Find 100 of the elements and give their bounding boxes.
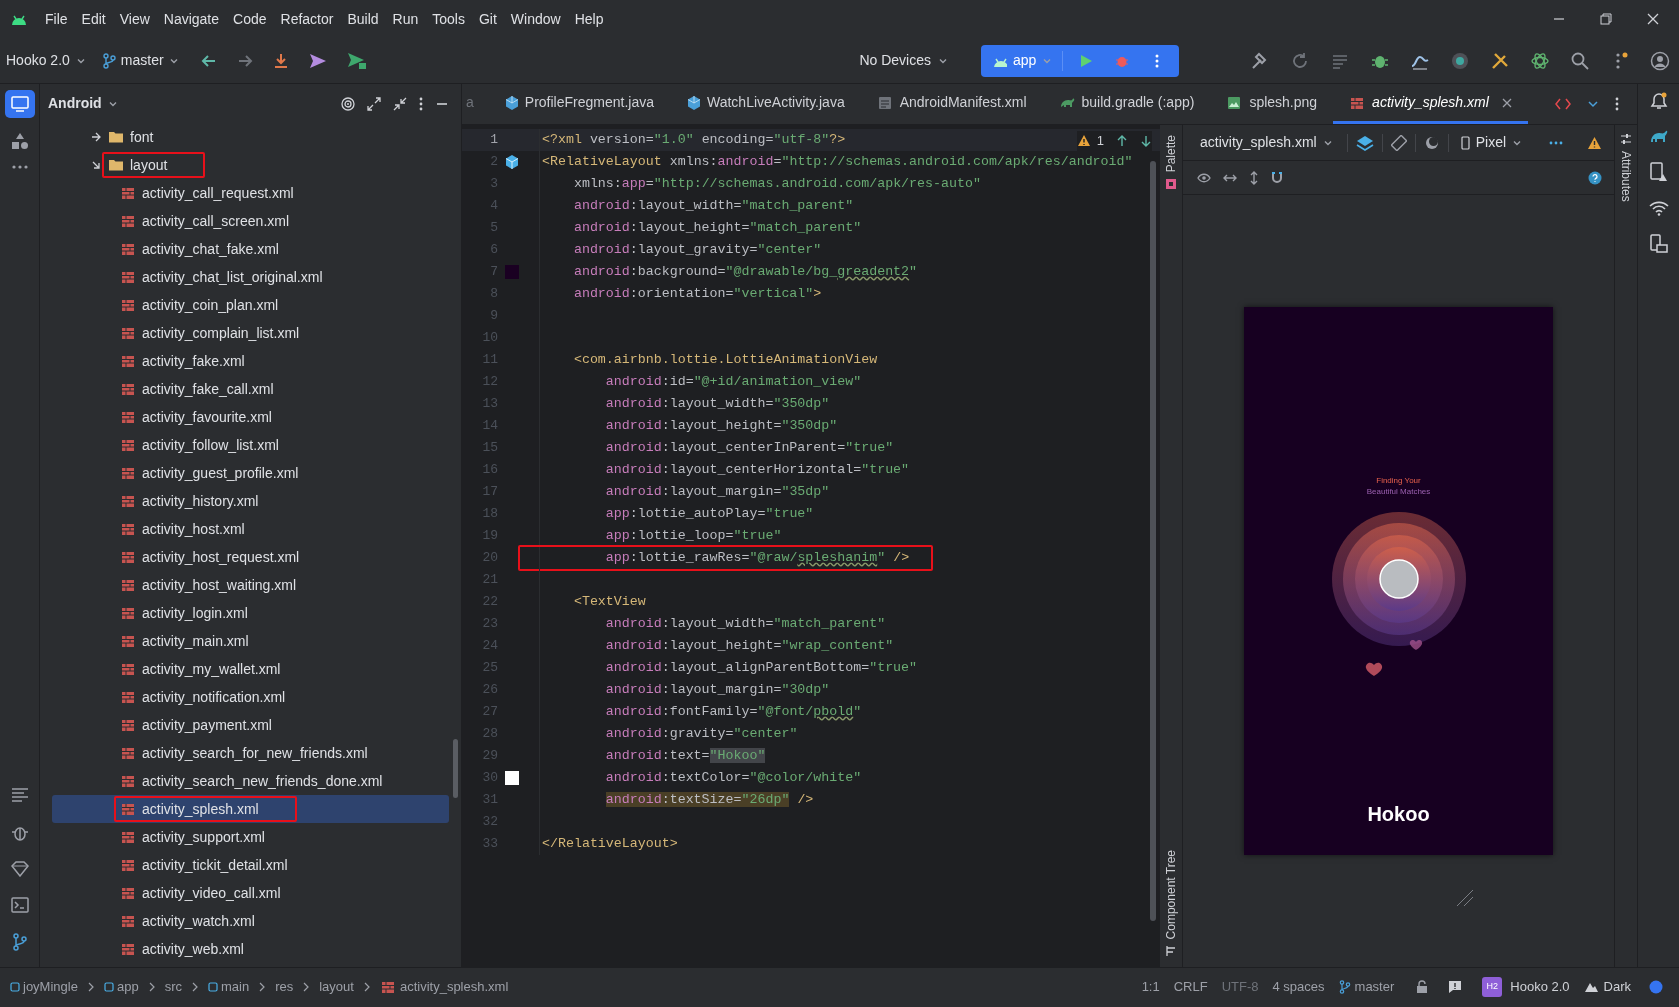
- forward-arrow-icon[interactable]: [236, 52, 253, 69]
- lock-icon[interactable]: [1416, 979, 1429, 994]
- editor-tab[interactable]: activity_splesh.xml: [1333, 84, 1528, 124]
- branch-selector[interactable]: master: [93, 50, 187, 71]
- tree-row[interactable]: activity_search_for_new_friends.xml: [52, 739, 449, 767]
- menu-item[interactable]: Help: [567, 8, 611, 30]
- structure-icon[interactable]: [10, 787, 29, 803]
- tree-row[interactable]: activity_web.xml: [52, 935, 449, 963]
- tree-row[interactable]: activity_chat_list_original.xml: [52, 263, 449, 291]
- project-selector[interactable]: Hooko 2.0: [0, 50, 94, 71]
- sync-icon[interactable]: [1290, 50, 1310, 71]
- comment-icon[interactable]: [1448, 979, 1463, 994]
- down-arrow-icon[interactable]: [1140, 134, 1152, 147]
- close-icon[interactable]: [1501, 97, 1512, 108]
- cube-icon[interactable]: [504, 154, 520, 170]
- tree-row[interactable]: activity_guest_profile.xml: [52, 459, 449, 487]
- warning-count[interactable]: 1: [1096, 131, 1104, 151]
- palette-tab[interactable]: Palette: [1162, 135, 1180, 173]
- device-icon[interactable]: [1649, 162, 1668, 182]
- tree-row[interactable]: activity_search_new_friends_done.xml: [52, 767, 449, 795]
- tools-icon[interactable]: [1490, 50, 1510, 71]
- tree-row[interactable]: activity_complain_list.xml: [52, 319, 449, 347]
- tree-row[interactable]: activity_coin_plan.xml: [52, 291, 449, 319]
- branch-icon[interactable]: [11, 933, 28, 951]
- more-icon[interactable]: [10, 164, 29, 170]
- breadcrumb[interactable]: layout: [319, 976, 354, 997]
- tree-row[interactable]: activity_support.xml: [52, 823, 449, 851]
- breadcrumb[interactable]: res: [275, 976, 294, 997]
- tree-row[interactable]: activity_watch.xml: [52, 907, 449, 935]
- magnet-icon[interactable]: [1271, 170, 1283, 185]
- rotate-icon[interactable]: [1390, 134, 1407, 151]
- more-icon[interactable]: [1615, 97, 1619, 111]
- tree-row[interactable]: activity_video_call.xml: [52, 879, 449, 907]
- tree-row[interactable]: activity_host_waiting.xml: [52, 571, 449, 599]
- menu-item[interactable]: Tools: [425, 8, 472, 30]
- more-icon[interactable]: [1155, 53, 1160, 68]
- device-mirror-icon[interactable]: [1649, 234, 1668, 254]
- scrollbar[interactable]: [1150, 161, 1156, 921]
- scrollbar[interactable]: [453, 739, 458, 798]
- tree-row[interactable]: activity_main.xml: [52, 627, 449, 655]
- color-swatch[interactable]: [505, 771, 519, 785]
- resize-handle-icon[interactable]: [1456, 889, 1474, 907]
- tree-row[interactable]: activity_login.xml: [52, 599, 449, 627]
- component-tree-tab[interactable]: Component Tree: [1162, 849, 1180, 939]
- more-icon[interactable]: [419, 96, 423, 111]
- diamond-icon[interactable]: [10, 861, 29, 877]
- editor-tab[interactable]: ProfileFregment.java: [487, 84, 670, 124]
- menu-item[interactable]: Window: [503, 8, 568, 30]
- tree-row[interactable]: activity_call_screen.xml: [52, 207, 449, 235]
- tree-row[interactable]: activity_favourite.xml: [52, 403, 449, 431]
- menu-item[interactable]: Run: [385, 8, 426, 30]
- attributes-tab[interactable]: Attributes: [1617, 151, 1635, 202]
- project-tool-button[interactable]: [4, 90, 35, 118]
- editor-tab[interactable]: splesh.png: [1210, 84, 1334, 124]
- tree-row[interactable]: activity_fake_call.xml: [52, 375, 449, 403]
- breadcrumb[interactable]: main: [220, 976, 250, 997]
- menu-item[interactable]: Code: [226, 8, 274, 30]
- download-arrow-icon[interactable]: [272, 52, 289, 69]
- editor-tab[interactable]: build.gradle (:app): [1042, 84, 1211, 124]
- atom-icon[interactable]: [1530, 50, 1550, 71]
- breadcrumb[interactable]: src: [164, 976, 182, 997]
- color-swatch[interactable]: [505, 265, 519, 279]
- breadcrumb[interactable]: activity_splesh.xml: [399, 976, 509, 997]
- menu-item[interactable]: Edit: [74, 8, 113, 30]
- bell-icon[interactable]: [1649, 92, 1668, 110]
- collapsed-arrow-icon[interactable]: [90, 131, 102, 143]
- send-icon[interactable]: [308, 52, 327, 69]
- target-icon[interactable]: [341, 96, 355, 111]
- warning-icon[interactable]: [1587, 135, 1602, 150]
- tree-row[interactable]: activity_chat_fake.xml: [52, 235, 449, 263]
- close-icon[interactable]: [1646, 12, 1660, 26]
- line-separator[interactable]: CRLF: [1173, 976, 1208, 997]
- help-icon[interactable]: [1588, 170, 1602, 185]
- menu-item[interactable]: Git: [471, 8, 504, 30]
- status-dot-icon[interactable]: [1649, 979, 1663, 994]
- cursor-position[interactable]: 1:1: [1141, 976, 1160, 997]
- breadcrumb[interactable]: joyMingle: [23, 976, 78, 997]
- night-mode-icon[interactable]: [1424, 135, 1439, 150]
- wifi-icon[interactable]: [1648, 200, 1669, 216]
- device-selector[interactable]: Pixel: [1460, 132, 1523, 153]
- tree-row[interactable]: activity_host.xml: [52, 515, 449, 543]
- more-icon[interactable]: [1549, 140, 1563, 145]
- tree-row[interactable]: activity_history.xml: [52, 487, 449, 515]
- run-configuration[interactable]: app: [991, 50, 1053, 71]
- record-icon[interactable]: [1450, 50, 1470, 71]
- menu-item[interactable]: File: [38, 8, 75, 30]
- horizontal-arrows-icon[interactable]: [1223, 172, 1237, 183]
- device-selector[interactable]: No Devices: [859, 50, 948, 71]
- tree-row[interactable]: activity_call_request.xml: [52, 179, 449, 207]
- tree-row[interactable]: activity_follow_list.xml: [52, 431, 449, 459]
- expanded-arrow-icon[interactable]: [90, 159, 102, 171]
- indent-setting[interactable]: 4 spaces: [1272, 976, 1325, 997]
- up-arrow-icon[interactable]: [1116, 134, 1128, 147]
- tree-row[interactable]: activity_payment.xml: [52, 711, 449, 739]
- menu-item[interactable]: Refactor: [273, 8, 341, 30]
- tree-row[interactable]: layout: [52, 151, 449, 179]
- project-name[interactable]: Hooko 2.0: [1510, 976, 1570, 997]
- layout-file-selector[interactable]: activity_splesh.xml: [1200, 132, 1333, 153]
- git-branch[interactable]: master: [1354, 976, 1395, 997]
- send-icon[interactable]: [346, 51, 367, 70]
